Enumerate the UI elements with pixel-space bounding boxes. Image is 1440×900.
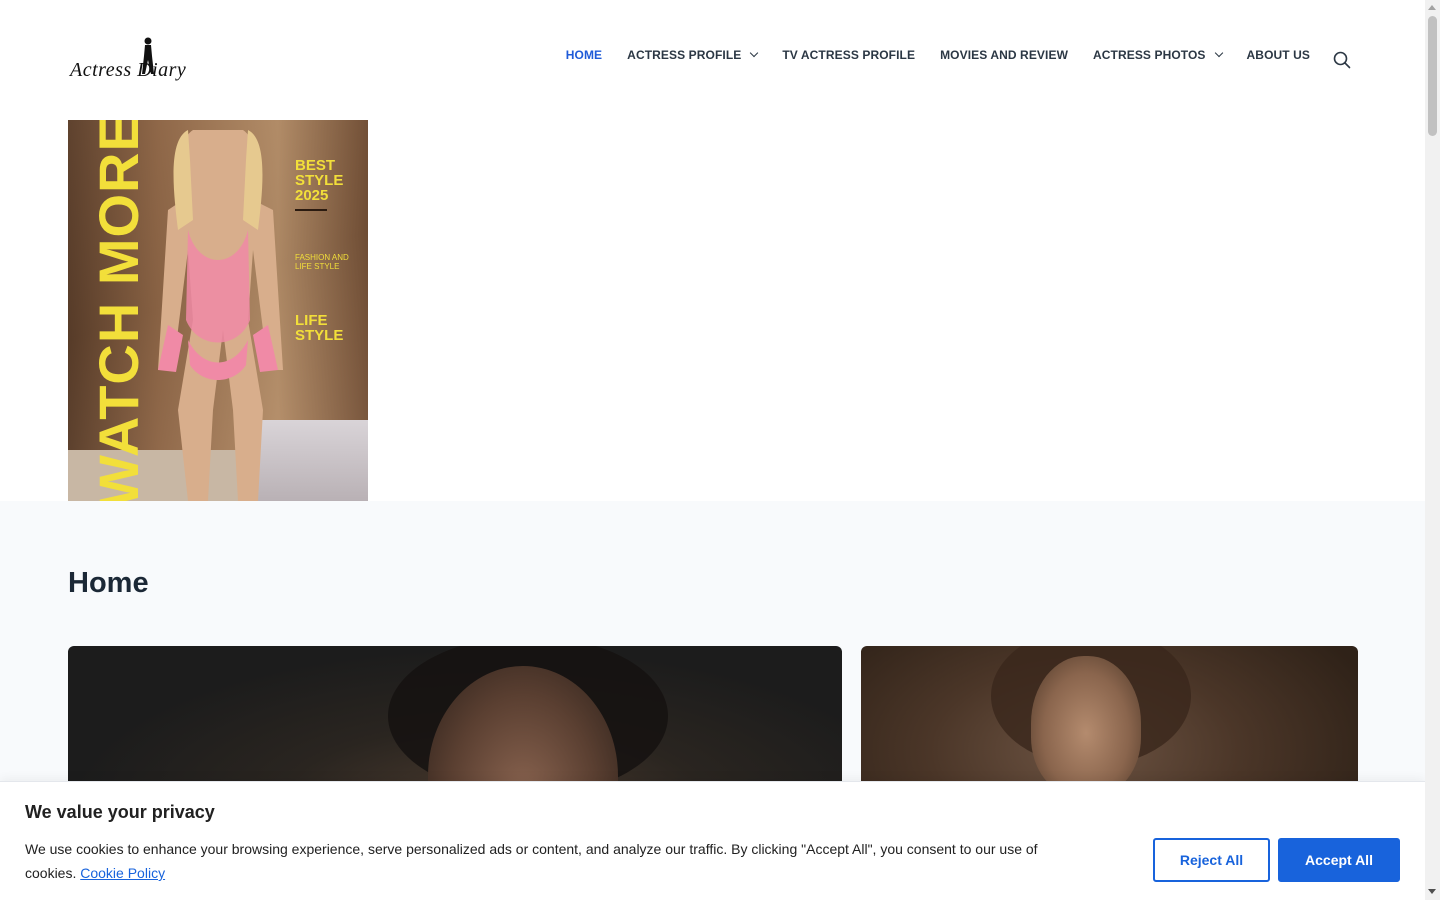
reject-all-button[interactable]: Reject All (1153, 838, 1270, 882)
hero-fashion-text: FASHION AND LIFE STYLE (295, 253, 349, 271)
accept-all-button[interactable]: Accept All (1278, 838, 1400, 882)
hero-banner-image[interactable]: WATCH MORE BEST STYLE 2025 FASHION AND L… (68, 120, 368, 501)
chevron-down-icon (1214, 48, 1223, 58)
scroll-up-arrow-icon[interactable] (1428, 5, 1436, 10)
main-nav: HOME ACTRESS PROFILE TV ACTRESS PROFILE … (541, 48, 1310, 62)
nav-item-actress-photos[interactable]: ACTRESS PHOTOS (1093, 48, 1223, 62)
nav-item-movies-and-review[interactable]: MOVIES AND REVIEW (940, 48, 1068, 62)
nav-item-label: ACTRESS PHOTOS (1093, 48, 1206, 62)
cookie-text: We use cookies to enhance your browsing … (25, 841, 1038, 881)
cookie-title: We value your privacy (25, 802, 215, 822)
nav-item-label: ACTRESS PROFILE (627, 48, 742, 62)
page-scrollbar[interactable] (1425, 0, 1440, 900)
nav-item-tv-actress-profile[interactable]: TV ACTRESS PROFILE (782, 48, 915, 62)
chevron-down-icon (750, 48, 759, 58)
cookie-consent-banner: We value your privacy We use cookies to … (0, 781, 1425, 900)
cookie-description: We use cookies to enhance your browsing … (25, 837, 1055, 885)
post-image-face (1031, 656, 1141, 796)
scrollbar-thumb[interactable] (1428, 16, 1437, 136)
nav-item-label: ABOUT US (1246, 48, 1310, 62)
cookie-policy-link[interactable]: Cookie Policy (80, 865, 165, 881)
nav-item-label: TV ACTRESS PROFILE (782, 48, 916, 62)
site-logo[interactable]: Actress Diary (70, 36, 190, 82)
scroll-down-arrow-icon[interactable] (1428, 889, 1436, 894)
nav-item-actress-profile[interactable]: ACTRESS PROFILE (627, 48, 759, 62)
hero-model-figure (158, 130, 283, 501)
nav-item-about-us[interactable]: ABOUT US (1247, 48, 1310, 62)
logo-text: Actress Diary (70, 59, 187, 81)
hero-life-style-text: LIFE STYLE (295, 312, 344, 344)
page-title: Home (68, 567, 149, 599)
nav-item-home[interactable]: HOME (566, 48, 602, 62)
search-icon[interactable] (1333, 51, 1351, 69)
hero-best-style-text: BEST STYLE 2025 (295, 157, 344, 204)
silhouette-icon (142, 37, 154, 74)
nav-item-label: HOME (565, 48, 603, 62)
nav-item-label: MOVIES AND REVIEW (940, 48, 1068, 62)
hero-watch-more-text: WATCH MORE (86, 120, 150, 501)
hero-divider (295, 209, 327, 211)
site-header: Actress Diary HOME ACTRESS PROFILE TV AC… (0, 0, 1425, 120)
